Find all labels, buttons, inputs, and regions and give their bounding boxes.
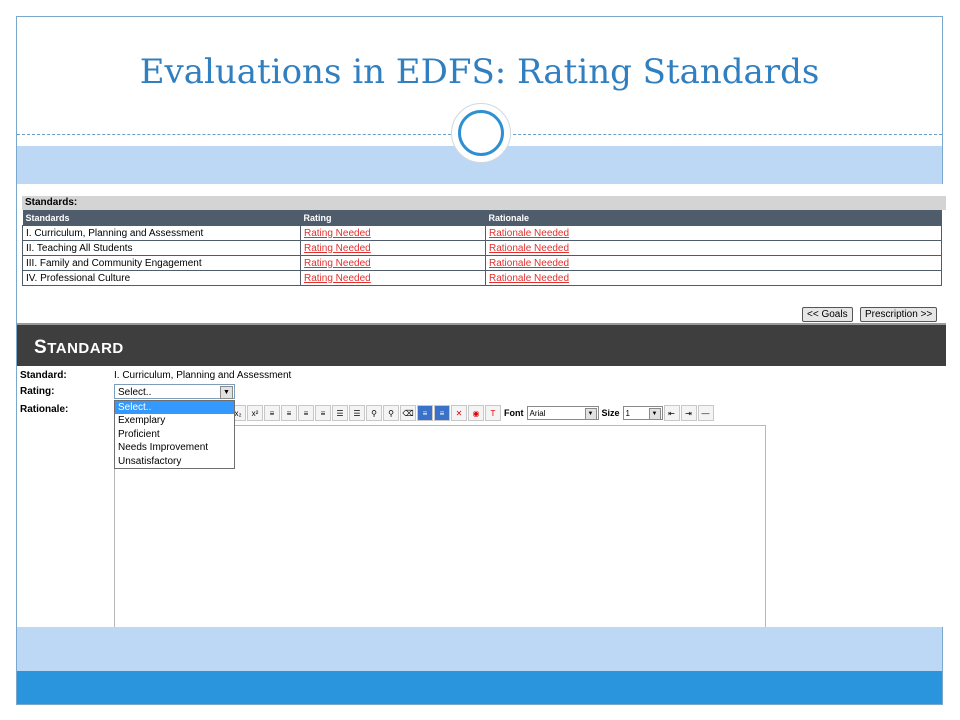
size-label: Size	[601, 408, 620, 418]
replace-icon[interactable]: ⚲	[383, 405, 399, 421]
editor-toolbar: x₂ x² ≡ ≡ ≡ ≡ ☰ ☰ ⚲ ⚲ ⌫ ≡ ≡ ✕ ◉ T Font A…	[230, 403, 766, 423]
rating-needed-link[interactable]: Rating Needed	[304, 243, 371, 254]
prescription-button[interactable]: Prescription >>	[860, 307, 938, 322]
goals-button[interactable]: << Goals	[802, 307, 853, 322]
clear-format-icon[interactable]: ✕	[451, 405, 467, 421]
bottom-dark-band	[17, 671, 942, 704]
standard-name: III. Family and Community Engagement	[22, 255, 301, 271]
rationale-label: Rationale:	[20, 404, 69, 415]
outdent-icon[interactable]: ⇤	[663, 405, 680, 421]
table-header-row: Standards Rating Rationale	[22, 210, 942, 226]
standard-value: I. Curriculum, Planning and Assessment	[114, 370, 292, 381]
bullet-list-icon[interactable]: ☰	[349, 405, 365, 421]
font-value: Arial	[529, 409, 546, 418]
eraser-icon[interactable]: ⌫	[400, 405, 416, 421]
chevron-down-icon[interactable]: ▼	[584, 408, 597, 420]
rating-needed-link[interactable]: Rating Needed	[304, 258, 371, 269]
rating-option-exemplary[interactable]: Exemplary	[115, 414, 234, 427]
column-header-rating: Rating	[300, 210, 486, 226]
text-color-icon[interactable]: T	[485, 405, 501, 421]
align-right-icon[interactable]: ≡	[298, 405, 314, 421]
chevron-down-icon[interactable]: ▼	[648, 408, 661, 420]
rating-label: Rating:	[20, 386, 55, 397]
indent-icon[interactable]: ⇥	[680, 405, 697, 421]
rating-option-unsatisfactory[interactable]: Unsatisfactory	[115, 455, 234, 468]
section-title: STANDARD	[34, 337, 124, 358]
standard-label: Standard:	[20, 370, 67, 381]
table-row: III. Family and Community Engagement Rat…	[22, 255, 942, 271]
align-justify-icon[interactable]: ≡	[315, 405, 331, 421]
rationale-needed-link[interactable]: Rationale Needed	[489, 228, 569, 239]
paste-text-icon[interactable]: ≡	[417, 405, 433, 421]
chevron-down-icon[interactable]: ▼	[220, 386, 233, 399]
edfs-screenshot: Standards: Standards Rating Rationale I.…	[17, 184, 946, 627]
rating-dropdown-list: Select.. Exemplary Proficient Needs Impr…	[114, 400, 235, 469]
rating-option-proficient[interactable]: Proficient	[115, 428, 234, 441]
rationale-needed-link[interactable]: Rationale Needed	[489, 273, 569, 284]
decorative-ring-icon	[458, 110, 504, 156]
numbered-list-icon[interactable]: ☰	[332, 405, 348, 421]
slide-title: Evaluations in EDFS: Rating Standards	[139, 52, 820, 92]
standard-name: I. Curriculum, Planning and Assessment	[22, 225, 301, 241]
standards-header: Standards:	[22, 196, 946, 210]
find-icon[interactable]: ⚲	[366, 405, 382, 421]
highlight-color-icon[interactable]: ◉	[468, 405, 484, 421]
horizontal-rule-icon[interactable]: ―	[697, 405, 714, 421]
rating-select[interactable]: Select.. ▼	[114, 384, 235, 399]
table-row: II. Teaching All Students Rating Needed …	[22, 240, 942, 256]
rating-needed-link[interactable]: Rating Needed	[304, 228, 371, 239]
standard-section-header: STANDARD	[17, 325, 946, 366]
rationale-needed-link[interactable]: Rationale Needed	[489, 258, 569, 269]
superscript-button[interactable]: x²	[247, 405, 263, 421]
align-center-icon[interactable]: ≡	[281, 405, 297, 421]
standards-table: Standards Rating Rationale I. Curriculum…	[22, 210, 942, 286]
rationale-needed-link[interactable]: Rationale Needed	[489, 243, 569, 254]
bottom-accent-band	[17, 627, 942, 671]
table-row: I. Curriculum, Planning and Assessment R…	[22, 225, 942, 241]
size-select[interactable]: 1 ▼	[622, 406, 663, 420]
rating-needed-link[interactable]: Rating Needed	[304, 273, 371, 284]
table-row: IV. Professional Culture Rating Needed R…	[22, 270, 942, 286]
column-header-standards: Standards	[22, 210, 301, 226]
paste-word-icon[interactable]: ≡	[434, 405, 450, 421]
font-select[interactable]: Arial ▼	[526, 406, 599, 420]
standard-name: II. Teaching All Students	[22, 240, 301, 256]
standards-panel: Standards: Standards Rating Rationale I.…	[22, 196, 946, 291]
font-label: Font	[504, 408, 524, 418]
rating-option-needs-improvement[interactable]: Needs Improvement	[115, 441, 234, 454]
rating-selected-value: Select..	[118, 387, 152, 398]
size-value: 1	[625, 409, 630, 418]
rating-option-select[interactable]: Select..	[115, 401, 234, 415]
standard-name: IV. Professional Culture	[22, 270, 301, 286]
column-header-rationale: Rationale	[485, 210, 942, 226]
align-left-icon[interactable]: ≡	[264, 405, 280, 421]
